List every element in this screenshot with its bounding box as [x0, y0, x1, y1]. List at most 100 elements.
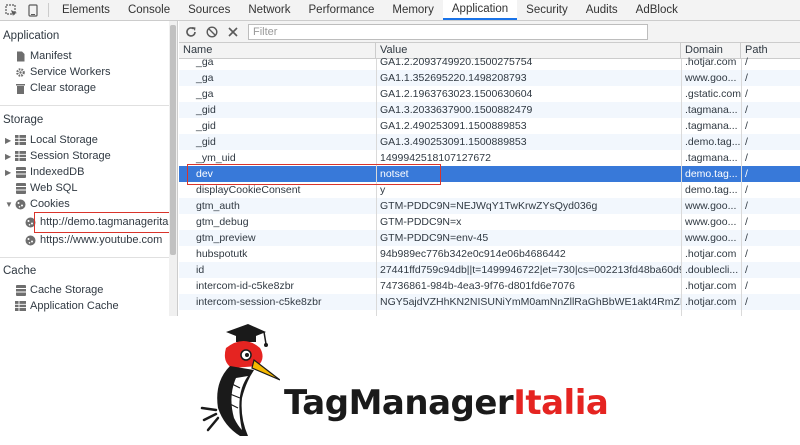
block-icon — [206, 25, 218, 38]
toolbar-separator — [48, 3, 49, 17]
tab-performance[interactable]: Performance — [300, 0, 384, 20]
table-row[interactable]: _ga GA1.1.352695220.1498208793 www.goo... / — [179, 70, 800, 86]
cell-path: / — [745, 296, 748, 308]
cell-value: NGY5ajdVZHhKN2NISUNiYmM0amNnZllRaGhBbWE1… — [380, 296, 681, 308]
tab-memory[interactable]: Memory — [383, 0, 443, 20]
cell-value: GA1.3.2033637900.1500882479 — [380, 104, 533, 116]
sidebar-divider — [0, 105, 170, 106]
tab-console[interactable]: Console — [119, 0, 179, 20]
sidebar-item-application-cache[interactable]: Application Cache — [14, 298, 119, 314]
brand-name-part2: Italia — [513, 383, 609, 423]
cell-value: GA1.3.490253091.1500889853 — [380, 136, 527, 148]
brand-banner: TagManagerItalia — [0, 316, 800, 445]
grid-icon — [14, 134, 27, 146]
section-title-storage: Storage — [3, 114, 44, 126]
table-row[interactable]: gtm_preview GTM-PDDC9N=env-45 www.goo... / — [179, 230, 800, 246]
tab-sources[interactable]: Sources — [179, 0, 239, 20]
cell-name: gtm_auth — [196, 200, 240, 212]
sidebar-item-label: Application Cache — [30, 300, 119, 312]
table-row[interactable]: gtm_auth GTM-PDDC9N=NEJWqY1TwKrwZYsQyd036… — [179, 198, 800, 214]
table-row[interactable]: _ga GA1.2.1963763023.1500630604 .gstatic.c… — [179, 86, 800, 102]
scrollbar-thumb[interactable] — [170, 25, 176, 255]
delete-selected-button[interactable] — [224, 23, 242, 41]
cell-name: intercom-session-c5ke8zbr — [196, 296, 322, 308]
cell-domain: .doublecli... — [685, 264, 739, 276]
sidebar-item-label: https://www.youtube.com — [40, 234, 163, 246]
expand-arrow-icon[interactable]: ▶ — [5, 136, 14, 145]
sidebar-item-manifest[interactable]: Manifest — [14, 48, 72, 64]
sidebar-item-service-workers[interactable]: Service Workers — [14, 64, 110, 80]
sidebar-item-label: Session Storage — [30, 150, 111, 162]
cell-value: 74736861-984b-4ea3-9f76-d801fd6e7076 — [380, 280, 576, 292]
cell-value: 94b989ec776b342e0c914e06b4686442 — [380, 248, 566, 260]
tab-adblock[interactable]: AdBlock — [627, 0, 687, 20]
device-toolbar-icon[interactable] — [22, 0, 44, 20]
sidebar-item-cache-storage[interactable]: Cache Storage — [14, 282, 103, 298]
table-row[interactable]: _gid GA1.2.490253091.1500889853 .tagmana..… — [179, 118, 800, 134]
sidebar-item-label: Clear storage — [30, 82, 97, 94]
cell-domain: .hotjar.com — [685, 248, 737, 260]
tab-application[interactable]: Application — [442, 0, 518, 20]
tab-audits[interactable]: Audits — [577, 0, 627, 20]
cell-name: _ga — [196, 88, 214, 100]
table-row[interactable]: _gid GA1.3.490253091.1500889853 .demo.tag.… — [179, 134, 800, 150]
table-row[interactable]: hubspotutk 94b989ec776b342e0c914e06b46864… — [179, 246, 800, 262]
table-row[interactable]: intercom-session-c5ke8zbr NGY5ajdVZHhKN2N… — [179, 294, 800, 310]
sidebar-item-label: Local Storage — [30, 134, 98, 146]
clear-all-button[interactable] — [203, 23, 221, 41]
sidebar-divider — [0, 257, 170, 258]
tab-network[interactable]: Network — [239, 0, 299, 20]
cell-domain: .tagmana... — [685, 104, 738, 116]
cell-path: / — [745, 216, 748, 228]
inspect-element-icon[interactable] — [0, 0, 22, 20]
sidebar-item-clear-storage[interactable]: Clear storage — [14, 80, 96, 96]
cell-value: GTM-PDDC9N=env-45 — [380, 232, 489, 244]
table-row[interactable]: _gid GA1.3.2033637900.1500882479 .tagmana.… — [179, 102, 800, 118]
table-row[interactable]: gtm_debug GTM-PDDC9N=x www.goo... / — [179, 214, 800, 230]
sidebar-item-label: Manifest — [30, 50, 72, 62]
table-row[interactable]: _ga GA1.2.2093749920.1500275754 .hotjar.co… — [179, 54, 800, 70]
cell-domain: .tagmana... — [685, 152, 738, 164]
tab-elements[interactable]: Elements — [53, 0, 119, 20]
sidebar-scrollbar[interactable] — [169, 21, 177, 316]
cell-value: GTM-PDDC9N=NEJWqY1TwKrwZYsQyd036g — [380, 200, 598, 212]
cell-domain: .demo.tag... — [685, 136, 741, 148]
cell-domain: .hotjar.com — [685, 280, 737, 292]
gear-icon — [14, 66, 27, 78]
sidebar-item-cookies[interactable]: ▼ Cookies — [5, 196, 70, 212]
devtools-tab-bar: Elements Console Sources Network Perform… — [0, 0, 800, 21]
cell-domain: .tagmana... — [685, 120, 738, 132]
cell-domain: www.goo... — [685, 232, 737, 244]
section-title-application: Application — [3, 30, 60, 42]
grid-icon — [14, 150, 27, 162]
cell-name: _gid — [196, 136, 216, 148]
filter-input[interactable] — [248, 23, 648, 40]
cell-value: GA1.2.2093749920.1500275754 — [380, 56, 533, 68]
database-icon — [14, 166, 27, 178]
sidebar-item-session-storage[interactable]: ▶ Session Storage — [5, 148, 111, 164]
cell-value: GA1.2.1963763023.1500630604 — [380, 88, 533, 100]
column-divider — [741, 59, 742, 316]
refresh-button[interactable] — [182, 23, 200, 41]
expand-arrow-icon[interactable]: ▶ — [5, 152, 14, 161]
table-row[interactable]: intercom-id-c5ke8zbr 74736861-984b-4ea3-9… — [179, 278, 800, 294]
tab-security[interactable]: Security — [517, 0, 577, 20]
collapse-arrow-icon[interactable]: ▼ — [5, 200, 14, 209]
table-row[interactable]: id 27441ffd759c94db||t=1499946722|et=730|… — [179, 262, 800, 278]
section-title-cache: Cache — [3, 265, 37, 277]
cell-path: / — [745, 152, 748, 164]
sidebar-item-indexeddb[interactable]: ▶ IndexedDB — [5, 164, 84, 180]
cell-path: / — [745, 136, 748, 148]
highlight-box — [34, 212, 173, 233]
cell-name: hubspotutk — [196, 248, 248, 260]
cell-domain: demo.tag... — [685, 184, 738, 196]
cell-name: gtm_preview — [196, 232, 256, 244]
sidebar-item-cookie-site-youtube[interactable]: https://www.youtube.com — [24, 232, 162, 248]
close-icon — [228, 26, 238, 37]
sidebar-item-local-storage[interactable]: ▶ Local Storage — [5, 132, 98, 148]
cell-value: GTM-PDDC9N=x — [380, 216, 462, 228]
cell-path: / — [745, 200, 748, 212]
cell-value: GA1.2.490253091.1500889853 — [380, 120, 527, 132]
sidebar-item-web-sql[interactable]: Web SQL — [14, 180, 78, 196]
expand-arrow-icon[interactable]: ▶ — [5, 168, 14, 177]
